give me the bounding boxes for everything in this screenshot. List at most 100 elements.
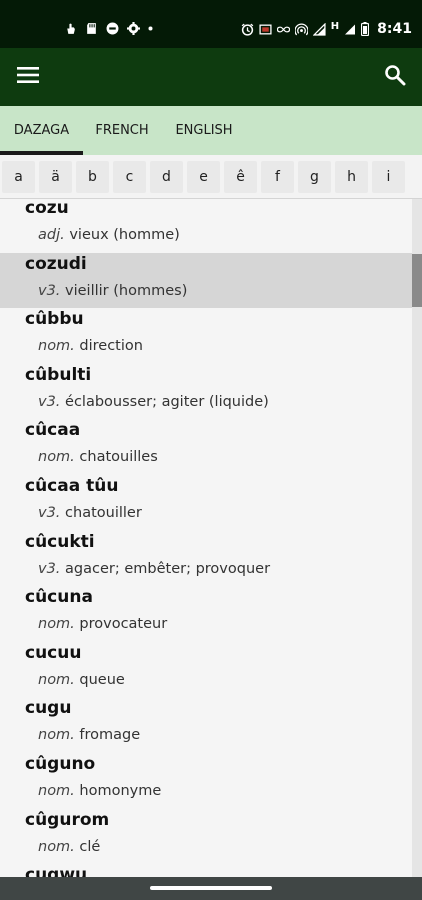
tab-dazaga[interactable]: DAZAGA (0, 106, 83, 155)
dictionary-entry[interactable]: cûbulti v3. éclabousser; agiter (liquide) (0, 364, 412, 420)
letter-button[interactable]: d (150, 161, 183, 193)
battery-icon (361, 22, 370, 36)
signal-icon (312, 22, 326, 36)
entry-gloss: provocateur (79, 616, 168, 633)
entry-gloss: chatouiller (65, 505, 142, 521)
infinity-icon (276, 26, 290, 32)
entry-definition: v3. éclabousser; agiter (liquide) (38, 394, 269, 410)
navigation-bar (0, 877, 422, 900)
scrollbar-thumb[interactable] (412, 254, 422, 307)
letter-button[interactable]: e (187, 161, 220, 193)
network-type: H (330, 20, 340, 32)
entry-definition: nom. queue (38, 672, 125, 688)
entry-gloss: clé (79, 838, 101, 855)
app-bar (0, 48, 422, 106)
dictionary-entry[interactable]: cûguno nom. homonyme (0, 753, 412, 809)
entry-gloss: agacer; embêter; provoquer (65, 560, 271, 577)
home-gesture-handle[interactable] (150, 886, 272, 890)
clock: 8:41 (377, 21, 412, 37)
entry-word: cozudi (25, 253, 87, 274)
letter-button[interactable]: g (298, 161, 331, 193)
entry-gloss: direction (79, 338, 143, 355)
dictionary-entry[interactable]: cugu nom. fromage (0, 697, 412, 753)
alarm-icon (241, 23, 254, 36)
entry-definition: v3. chatouiller (38, 505, 142, 521)
letter-button[interactable]: i (372, 161, 405, 193)
entry-gloss: vieillir (hommes) (65, 282, 188, 299)
hotspot-icon (294, 23, 308, 35)
gear-icon (127, 22, 140, 35)
letter-button[interactable]: ê (224, 161, 257, 193)
entry-definition: nom. homonyme (38, 783, 161, 799)
hand-touch-icon (67, 23, 75, 34)
entry-definition: v3. vieillir (hommes) (38, 283, 187, 299)
entry-gloss: homonyme (79, 783, 162, 799)
dictionary-entry[interactable]: cûcaa nom. chatouilles (0, 419, 412, 475)
part-of-speech: v3. (38, 393, 61, 410)
letter-button[interactable]: b (76, 161, 109, 193)
entry-word: cozu (25, 199, 69, 218)
entry-word: cûcaa tûu (25, 476, 119, 496)
entry-word: cûbulti (25, 364, 92, 385)
entry-gloss: fromage (79, 727, 141, 744)
part-of-speech: nom. (38, 838, 75, 855)
sync-icon (106, 22, 119, 35)
entry-word: cucuu (25, 642, 82, 663)
entry-definition: nom. chatouilles (38, 449, 158, 465)
entry-word: cûguno (25, 754, 96, 774)
entry-definition: nom. provocateur (38, 616, 167, 632)
entry-definition: nom. fromage (38, 727, 140, 743)
scrollbar[interactable] (412, 199, 422, 877)
letter-button[interactable]: c (113, 161, 146, 193)
dictionary-entry[interactable]: cûcuna nom. provocateur (0, 586, 412, 642)
part-of-speech: adj. (38, 227, 65, 243)
dictionary-entry[interactable]: cûcaa tûu v3. chatouiller (0, 475, 412, 531)
entry-word: cûgurom (25, 809, 110, 830)
tab-french[interactable]: FRENCH (83, 106, 161, 155)
notification-icons (64, 22, 153, 35)
sd-card-icon (87, 23, 96, 34)
dictionary-list[interactable]: cugwu cûgurom nom. clé cûguno nom. homonyme… (0, 199, 422, 877)
part-of-speech: nom. (38, 449, 75, 466)
part-of-speech: nom. (38, 616, 75, 633)
status-bar: H 8:41 (0, 0, 422, 48)
search-icon (385, 65, 406, 86)
entry-word: cugwu (25, 865, 88, 877)
letter-button[interactable]: f (261, 161, 294, 193)
dictionary-entry[interactable]: cugwu (0, 864, 412, 877)
letter-button[interactable]: ä (39, 161, 72, 193)
dictionary-entry[interactable]: cucuu nom. queue (0, 642, 412, 698)
signal-bars-icon (345, 24, 356, 34)
menu-button[interactable] (17, 66, 41, 88)
entry-gloss: queue (79, 671, 125, 688)
dictionary-entry[interactable]: cûgurom nom. clé (0, 809, 412, 865)
tab-english[interactable]: ENGLISH (161, 106, 247, 155)
alphabet-index: aäbcdeêfghi (0, 155, 422, 199)
entry-definition: nom. direction (38, 338, 143, 354)
letter-button[interactable]: a (2, 161, 35, 193)
dictionary-entry[interactable]: cozudi v3. vieillir (hommes) (0, 252, 412, 309)
letter-button[interactable]: h (335, 161, 368, 193)
entry-word: cûcuna (25, 587, 93, 608)
part-of-speech: nom. (38, 783, 75, 799)
entry-definition: v3. agacer; embêter; provoquer (38, 561, 270, 577)
cast-icon (259, 24, 272, 34)
dictionary-entry[interactable]: cozu adj. vieux (homme) (0, 199, 412, 253)
dot-icon (148, 26, 153, 31)
entry-word: cûbbu (25, 309, 84, 330)
search-button[interactable] (384, 64, 408, 88)
entry-definition: adj. vieux (homme) (38, 227, 180, 243)
dictionary-entry[interactable]: cûbbu nom. direction (0, 308, 412, 364)
part-of-speech: nom. (38, 727, 75, 744)
hamburger-icon (17, 67, 39, 83)
dictionary-entry[interactable]: cûcukti v3. agacer; embêter; provoquer (0, 531, 412, 587)
part-of-speech: v3. (38, 282, 61, 299)
entry-definition: nom. clé (38, 839, 100, 855)
entry-gloss: éclabousser; agiter (liquide) (65, 393, 269, 410)
entry-word: cûcukti (25, 531, 95, 552)
entry-gloss: chatouilles (79, 449, 158, 466)
part-of-speech: v3. (38, 560, 61, 577)
part-of-speech: nom. (38, 338, 75, 355)
part-of-speech: v3. (38, 505, 61, 521)
entry-gloss: vieux (homme) (69, 227, 180, 243)
